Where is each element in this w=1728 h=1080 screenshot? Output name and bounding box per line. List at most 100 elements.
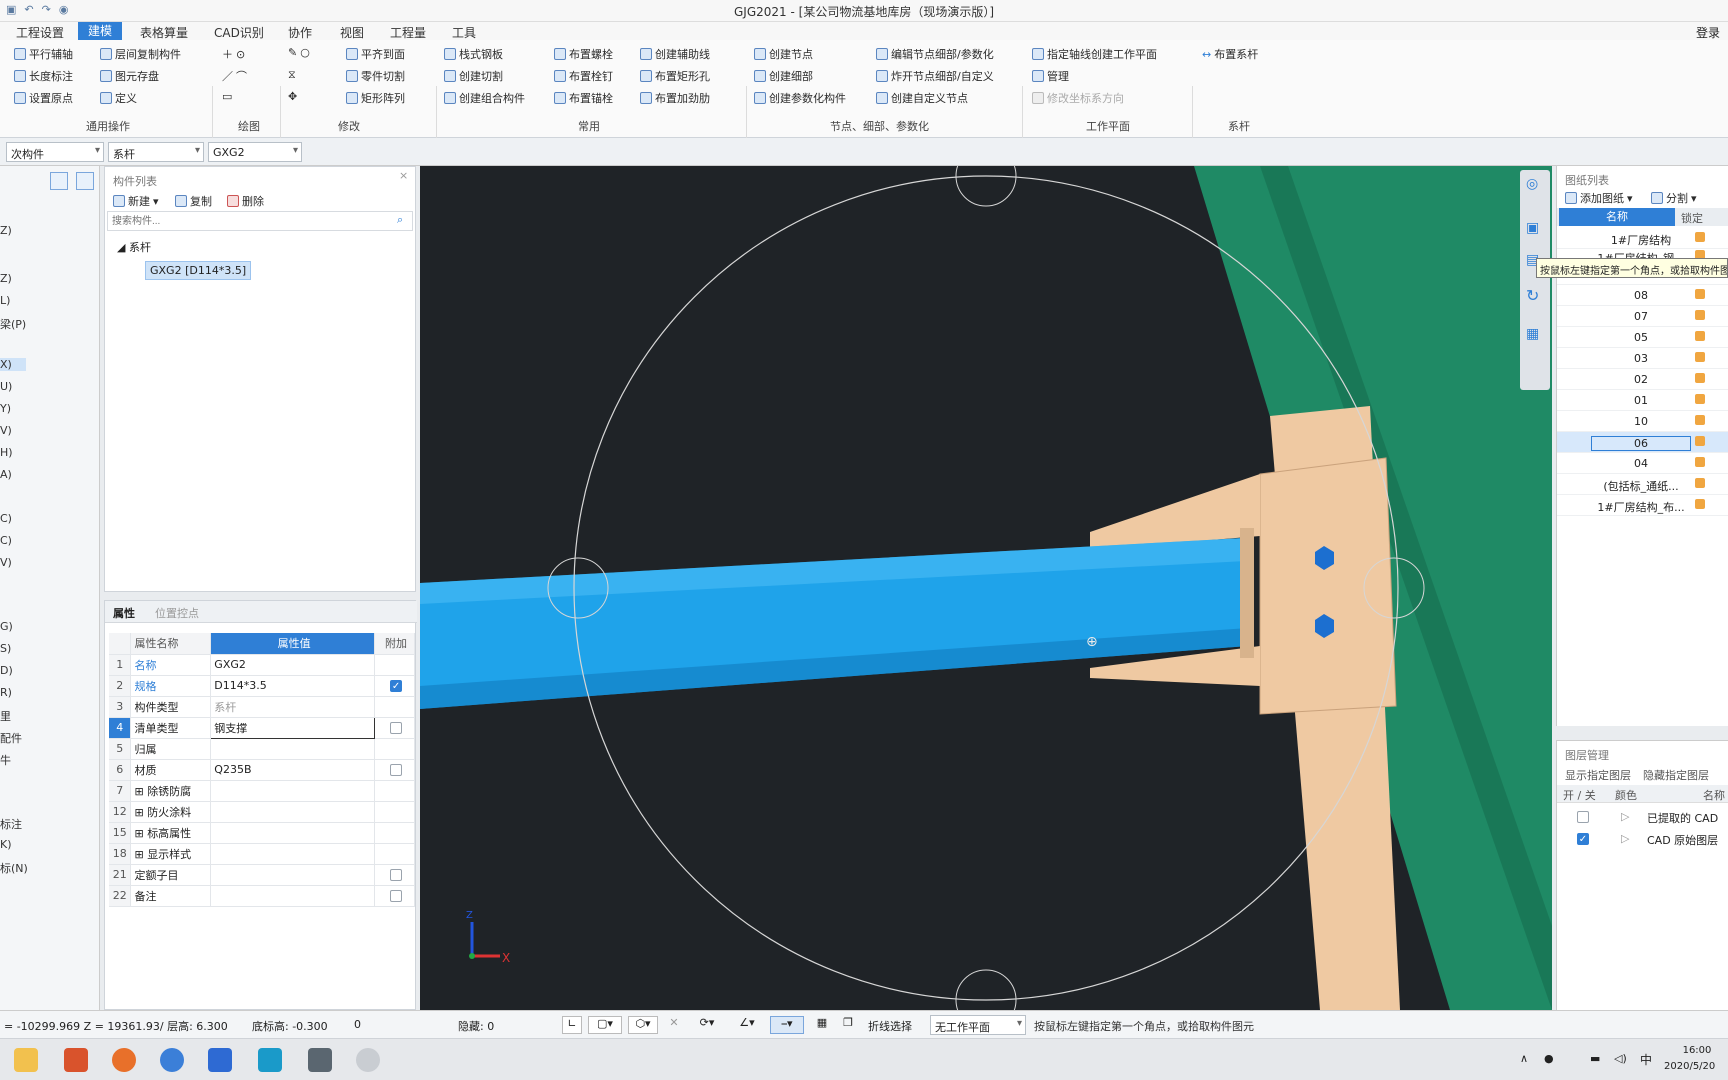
dimension-icon[interactable]: ⎯▾ <box>770 1016 804 1034</box>
edit-brush-tool[interactable]: ✎ ○ <box>288 46 310 59</box>
search-icon[interactable]: ⌕ <box>397 213 403 227</box>
view-box-icon[interactable]: ▣ <box>1526 220 1539 236</box>
display-icon[interactable]: ▦ <box>1526 326 1539 342</box>
snap-icon[interactable]: ▢▾ <box>588 1016 622 1034</box>
nav-item[interactable]: K) <box>0 838 12 851</box>
draw-line-tool[interactable]: ／ ⌒ <box>222 68 247 84</box>
lock-icon[interactable] <box>1695 415 1705 425</box>
list-item[interactable]: 1#厂房结构_布... <box>1557 495 1728 516</box>
angle-icon[interactable]: ∠▾ <box>730 1016 764 1034</box>
nav-item[interactable]: Z) <box>0 224 12 237</box>
globe-browser-icon[interactable] <box>160 1048 184 1072</box>
cad-app-icon[interactable] <box>208 1048 232 1072</box>
clock-date[interactable]: 2020/5/20 <box>1664 1061 1715 1072</box>
nav-item[interactable]: V) <box>0 424 12 437</box>
3d-viewport[interactable]: ⊕ X Z <box>420 166 1552 1010</box>
nav-item[interactable]: C) <box>0 512 12 525</box>
manage-workplane-button[interactable]: 管理 <box>1032 68 1069 84</box>
category-select[interactable]: 系杆 <box>108 142 204 162</box>
edit-node-detail-button[interactable]: 编辑节点细部/参数化 <box>876 46 994 62</box>
align-to-face-button[interactable]: 平齐到面 <box>346 46 405 62</box>
list-item[interactable]: 02 <box>1557 369 1728 390</box>
list-item[interactable]: (包括标_通纸... <box>1557 474 1728 495</box>
menu-tools[interactable]: 工具 <box>452 24 476 41</box>
collapse-icon[interactable]: ◢ <box>117 241 125 254</box>
lock-icon[interactable] <box>1695 232 1705 242</box>
property-value[interactable] <box>210 738 376 760</box>
nav-item[interactable]: H) <box>0 446 13 459</box>
custom-node-button[interactable]: 创建自定义节点 <box>876 90 968 106</box>
nav-item[interactable]: 里 <box>0 708 11 724</box>
explode-node-button[interactable]: 炸开节点细部/自定义 <box>876 68 994 84</box>
menu-cad-recognition[interactable]: CAD识别 <box>214 24 264 41</box>
nav-item[interactable]: D) <box>0 664 13 677</box>
menu-collaboration[interactable]: 协作 <box>288 24 312 41</box>
nav-item[interactable]: 牛 <box>0 752 11 768</box>
nav-item[interactable]: U) <box>0 380 12 393</box>
property-value[interactable]: Q235B <box>210 759 376 781</box>
nav-item[interactable]: 梁(P) <box>0 316 26 332</box>
mic-icon[interactable]: ● <box>1544 1052 1554 1065</box>
rect-hole-button[interactable]: 布置矩形孔 <box>640 68 710 84</box>
stiffener-button[interactable]: 布置加劲肋 <box>640 90 710 106</box>
menu-table-quantity[interactable]: 表格算量 <box>140 24 188 41</box>
move-tool[interactable]: ✥ <box>288 90 297 103</box>
nav-item[interactable]: Z) <box>0 272 12 285</box>
new-component-button[interactable]: 新建 ▾ <box>113 193 159 209</box>
place-tie-button[interactable]: ↔ 布置系杆 <box>1202 46 1258 62</box>
network-icon[interactable]: ▬ <box>1590 1052 1600 1065</box>
extra-checkbox[interactable] <box>390 722 403 734</box>
clock-time[interactable]: 16:00 <box>1672 1045 1722 1056</box>
grip-top[interactable] <box>955 166 1017 207</box>
define-button[interactable]: 定义 <box>100 90 137 106</box>
list-item[interactable]: 01 <box>1557 390 1728 411</box>
lock-icon[interactable] <box>1695 436 1705 446</box>
property-value-editing[interactable]: 钢支撑 <box>210 716 376 739</box>
place-anchor-button[interactable]: 布置锚栓 <box>554 90 613 106</box>
lock-icon[interactable] <box>1695 352 1705 362</box>
nav-item[interactable]: R) <box>0 686 12 699</box>
property-value[interactable]: D114*3.5 <box>210 675 376 697</box>
menu-quantity[interactable]: 工程量 <box>390 24 426 41</box>
tree-item-selected[interactable]: GXG2 [D114*3.5] <box>145 261 252 280</box>
nav-item[interactable]: S) <box>0 642 11 655</box>
tab-position-points[interactable]: 位置控点 <box>155 605 199 621</box>
place-bolt-button[interactable]: 布置螺栓 <box>554 46 613 62</box>
close-icon[interactable]: × <box>399 169 408 182</box>
lock-icon[interactable] <box>1695 373 1705 383</box>
property-value[interactable]: GXG2 <box>210 654 376 676</box>
create-detail-button[interactable]: 创建细部 <box>754 68 813 84</box>
mirror-tool[interactable]: ⧖ <box>288 68 296 82</box>
set-origin-button[interactable]: 设置原点 <box>14 90 73 106</box>
length-dim-button[interactable]: 长度标注 <box>14 68 73 84</box>
param-component-button[interactable]: 创建参数化构件 <box>754 90 846 106</box>
copy-component-button[interactable]: 复制 <box>175 193 212 209</box>
nav-item[interactable]: G) <box>0 620 13 633</box>
expand-icon[interactable]: ⊞ <box>134 785 143 798</box>
nav-item[interactable]: Y) <box>0 402 11 415</box>
model-canvas[interactable]: ⊕ X Z <box>420 166 1552 1010</box>
copy-view-icon[interactable]: ❐ <box>838 1016 858 1034</box>
tab-properties[interactable]: 属性 <box>113 605 135 621</box>
layer-toggle-checkbox[interactable]: ✓ <box>1577 833 1589 845</box>
list-item[interactable]: 07 <box>1557 306 1728 327</box>
nav-item[interactable]: V) <box>0 556 12 569</box>
expand-icon[interactable]: ⊞ <box>134 806 143 819</box>
property-value[interactable]: 系杆 <box>210 696 376 718</box>
grip-bottom[interactable] <box>955 969 1017 1010</box>
nav-item[interactable]: 标(N) <box>0 860 28 876</box>
floor-select[interactable]: 次构件 <box>6 142 104 162</box>
lock-icon[interactable] <box>1695 289 1705 299</box>
extra-checkbox[interactable]: ✓ <box>390 680 403 692</box>
list-item[interactable]: 08 <box>1557 285 1728 306</box>
split-drawing-button[interactable]: 分割 ▾ <box>1651 190 1697 206</box>
extra-checkbox[interactable] <box>390 890 403 902</box>
tray-chevron-icon[interactable]: ∧ <box>1520 1052 1528 1065</box>
combo-component-button[interactable]: 创建组合构件 <box>444 90 525 106</box>
lock-icon[interactable] <box>1695 310 1705 320</box>
create-aux-line-button[interactable]: 创建辅助线 <box>640 46 710 62</box>
menu-modeling[interactable]: 建模 <box>78 22 123 40</box>
lock-icon[interactable] <box>1695 478 1705 488</box>
nav-item-active[interactable]: X) <box>0 358 26 371</box>
grid-view-icon[interactable] <box>76 172 94 190</box>
